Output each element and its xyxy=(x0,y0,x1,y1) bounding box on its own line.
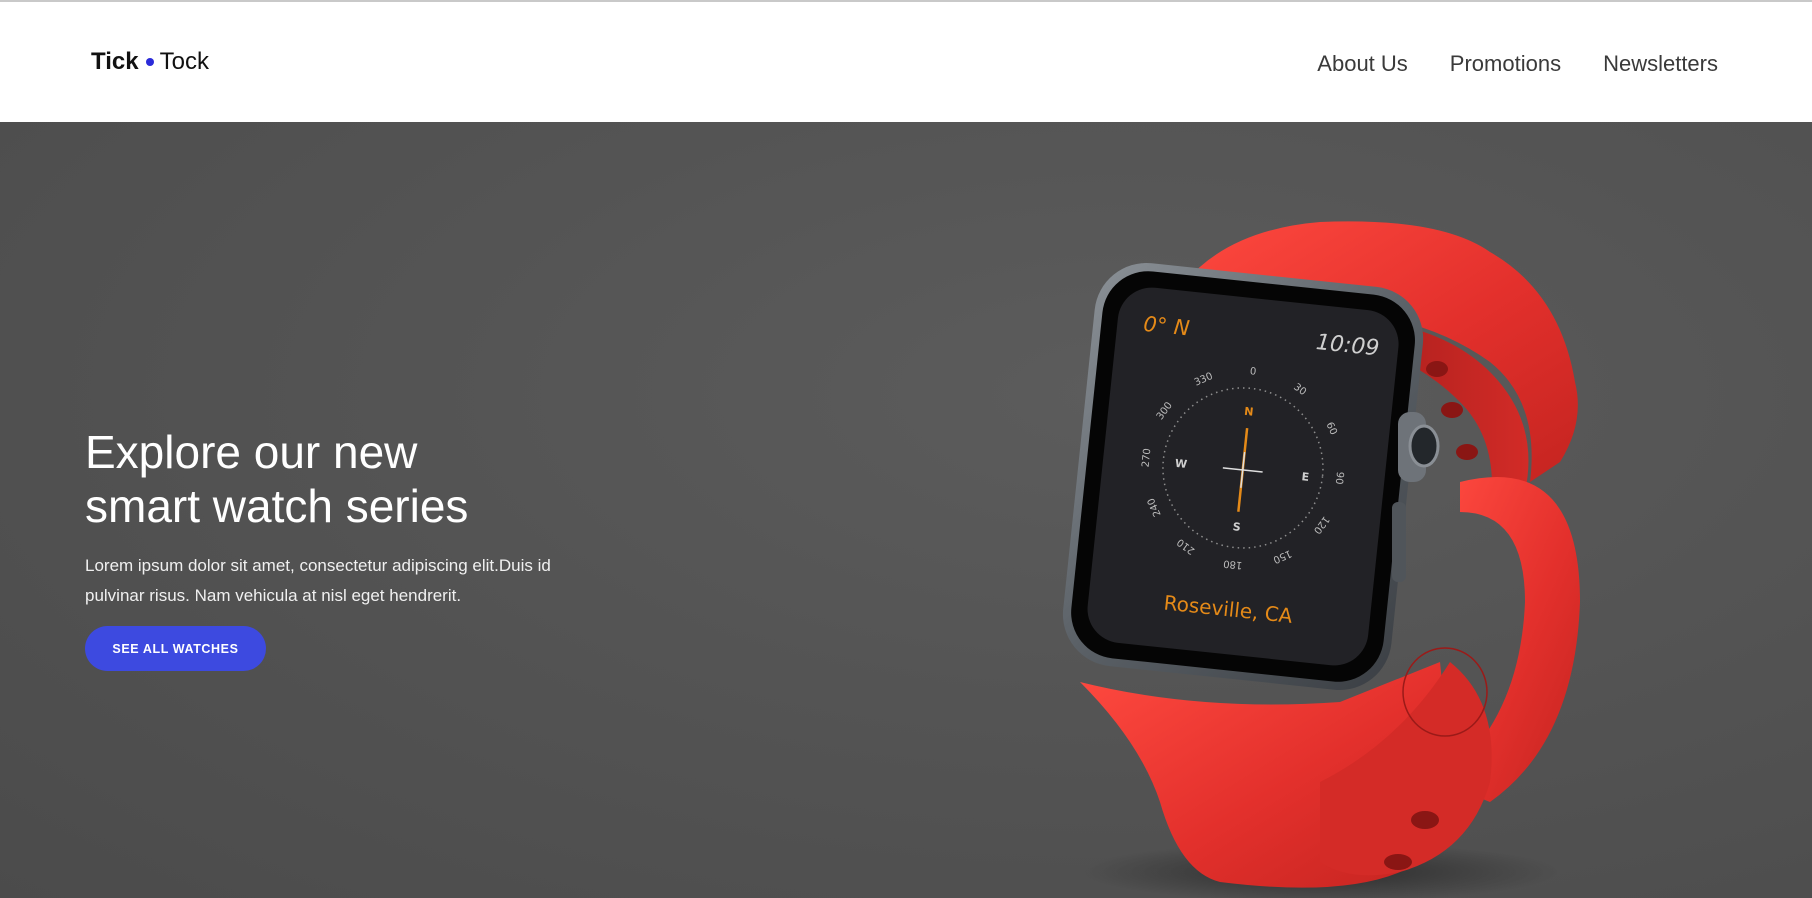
hero-title-line1: Explore our new xyxy=(85,426,418,478)
hero-description: Lorem ipsum dolor sit amet, consectetur … xyxy=(85,556,551,605)
band-hole xyxy=(1456,444,1478,460)
nav-about-us[interactable]: About Us xyxy=(1317,51,1408,77)
brand-dot xyxy=(145,58,154,66)
compass-north: N xyxy=(1244,405,1255,419)
band-hole xyxy=(1384,854,1412,870)
site-header: Tick Tock About Us Promotions Newsletter… xyxy=(0,2,1812,122)
brand-name-first: Tick xyxy=(91,48,139,75)
nav-promotions[interactable]: Promotions xyxy=(1450,51,1561,77)
compass-degree-label: 180 xyxy=(1223,557,1243,570)
side-button xyxy=(1392,502,1406,582)
see-all-watches-button[interactable]: SEE ALL WATCHES xyxy=(85,626,266,671)
band-hole xyxy=(1426,361,1448,377)
compass-south: S xyxy=(1232,520,1241,534)
hero-title-line2: smart watch series xyxy=(85,480,469,532)
hero-section: Explore our new smart watch series Lorem… xyxy=(0,122,1812,898)
band-hole xyxy=(1411,811,1439,829)
compass-west: W xyxy=(1174,457,1187,471)
brand-logo[interactable]: Tick Tock xyxy=(91,48,209,76)
compass-east: E xyxy=(1301,470,1310,484)
nav-newsletters[interactable]: Newsletters xyxy=(1603,51,1718,77)
compass-degree-label: 270 xyxy=(1141,448,1154,468)
hero-title: Explore our new smart watch series xyxy=(85,425,605,533)
main-nav: About Us Promotions Newsletters xyxy=(1317,51,1718,77)
digital-crown-face xyxy=(1408,424,1440,468)
compass-degree-label: 0 xyxy=(1249,366,1256,378)
band-hole xyxy=(1441,402,1463,418)
compass-heading: 0° N xyxy=(1142,312,1191,341)
brand-name-second: Tock xyxy=(159,48,209,75)
compass-degree-label: 90 xyxy=(1333,471,1345,485)
smartwatch-image: 0° N 10:09 N E S W 030609012015018021024… xyxy=(1062,221,1580,898)
